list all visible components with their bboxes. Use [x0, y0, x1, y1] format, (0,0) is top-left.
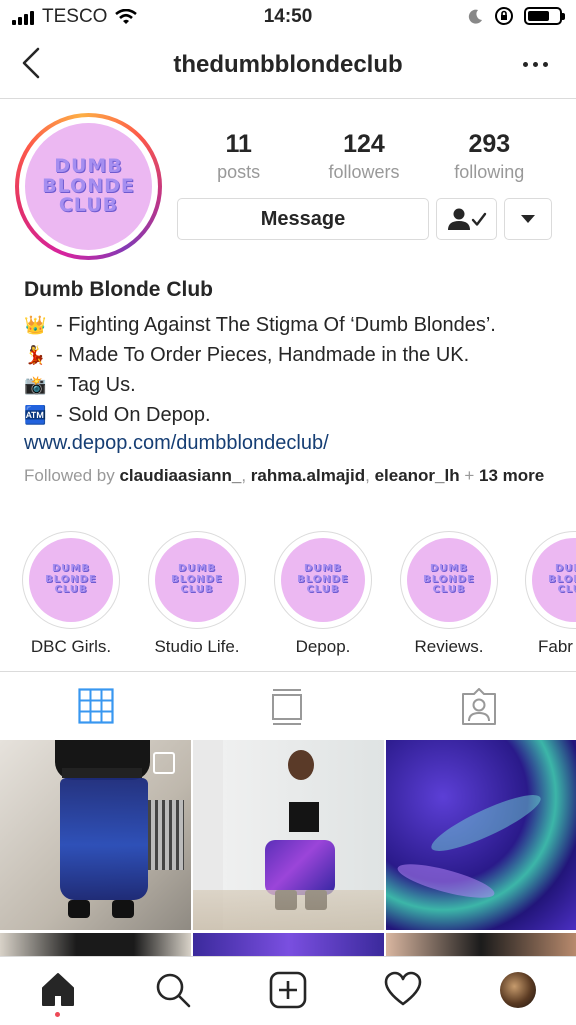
story-highlight[interactable]: DUMB BLONDE CLUB Depop. — [273, 531, 373, 657]
post-thumbnail[interactable] — [193, 933, 384, 956]
atm-emoji: 🏧 — [24, 405, 47, 425]
caret-down-icon — [521, 215, 535, 223]
message-button[interactable]: Message — [177, 198, 429, 240]
profile-tabs — [0, 671, 576, 738]
new-post-icon[interactable] — [269, 971, 307, 1009]
follower-username[interactable]: rahma.almajid — [251, 466, 365, 485]
bio-website-link[interactable]: www.depop.com/dumbblondeclub/ — [24, 432, 564, 455]
followed-more[interactable]: 13 more — [479, 466, 544, 485]
highlight-label: Studio Life. — [154, 637, 240, 656]
grid-view-icon[interactable] — [78, 688, 114, 724]
post-thumbnail[interactable] — [386, 740, 576, 930]
highlight-cover: DUMBBLONDECLUB — [407, 538, 491, 622]
bio-line: 👑 - Fighting Against The Stigma Of ‘Dumb… — [24, 310, 564, 340]
tagged-photos-icon[interactable] — [460, 688, 498, 726]
notification-dot — [55, 1012, 60, 1017]
profile-stats: 11 posts 124 followers 293 following — [176, 130, 552, 183]
bio-line: 💃 - Made To Order Pieces, Handmade in th… — [24, 340, 564, 370]
bio-line: 📸 - Tag Us. — [24, 370, 564, 400]
highlight-label: Depop. — [295, 637, 351, 656]
dumb-blonde-club-logo: DUMB BLONDE CLUB — [25, 123, 152, 250]
profile-name: Dumb Blonde Club — [24, 278, 213, 301]
followers-count[interactable]: 124 followers — [304, 130, 424, 183]
highlight-label: Fabr — [538, 637, 573, 656]
posts-count[interactable]: 11 posts — [179, 130, 299, 183]
story-highlight[interactable]: DUMB BLONDE CLUB Reviews. — [399, 531, 499, 657]
highlight-cover: DUMBBLONDECLUB — [29, 538, 113, 622]
crown-emoji: 👑 — [24, 315, 47, 335]
following-count[interactable]: 293 following — [429, 130, 549, 183]
more-options-icon[interactable] — [523, 62, 548, 67]
post-thumbnail[interactable] — [0, 933, 191, 956]
home-icon[interactable] — [40, 971, 76, 1007]
highlight-cover: DUMBBLONDECLUB — [281, 538, 365, 622]
search-icon[interactable] — [154, 971, 192, 1009]
highlight-label: Reviews. — [414, 637, 484, 656]
story-highlight[interactable]: DUMB BLONDE CLUB DBC Girls. — [21, 531, 121, 657]
highlight-cover: DUMBBLONDECLUB — [155, 538, 239, 622]
rotation-lock-icon — [495, 7, 513, 25]
dancer-emoji: 💃 — [24, 345, 47, 365]
moon-icon — [468, 9, 482, 24]
bottom-tab-bar — [0, 956, 576, 1025]
follower-username[interactable]: eleanor_lh — [375, 466, 460, 485]
heart-icon[interactable] — [384, 971, 422, 1007]
post-thumbnail[interactable] — [0, 740, 191, 930]
status-bar: TESCO 14:50 — [0, 0, 576, 32]
highlight-label: DBC Girls. — [30, 637, 112, 656]
feed-view-icon[interactable] — [271, 688, 303, 726]
follower-username[interactable]: claudiaasiann_ — [119, 466, 241, 485]
highlight-cover: DUMBBLONDECLUB — [532, 538, 576, 622]
suggestions-dropdown-button[interactable] — [504, 198, 552, 240]
battery-icon — [524, 7, 565, 25]
camera-flash-emoji: 📸 — [24, 375, 47, 395]
following-button[interactable] — [436, 198, 497, 240]
username-title: thedumbblondeclub — [173, 51, 403, 78]
story-highlight[interactable]: DUMBBLONDECLUB Fabr — [525, 531, 576, 657]
multiple-photos-icon — [153, 752, 175, 774]
person-check-icon — [447, 208, 486, 230]
bio-line: 🏧 - Sold On Depop. — [24, 400, 564, 430]
story-highlight[interactable]: DUMB BLONDE CLUB Studio Life. — [147, 531, 247, 657]
post-thumbnail[interactable] — [386, 933, 576, 956]
profile-avatar[interactable]: DUMB BLONDE CLUB — [15, 113, 162, 260]
profile-header: thedumbblondeclub — [0, 32, 576, 99]
photo-grid — [0, 740, 576, 956]
profile-bio: Dumb Blonde Club 👑 - Fighting Against Th… — [24, 278, 564, 455]
profile-tab-avatar[interactable] — [500, 972, 536, 1008]
followed-by[interactable]: Followed by claudiaasiann_, rahma.almaji… — [24, 465, 564, 487]
post-thumbnail[interactable] — [193, 740, 384, 930]
